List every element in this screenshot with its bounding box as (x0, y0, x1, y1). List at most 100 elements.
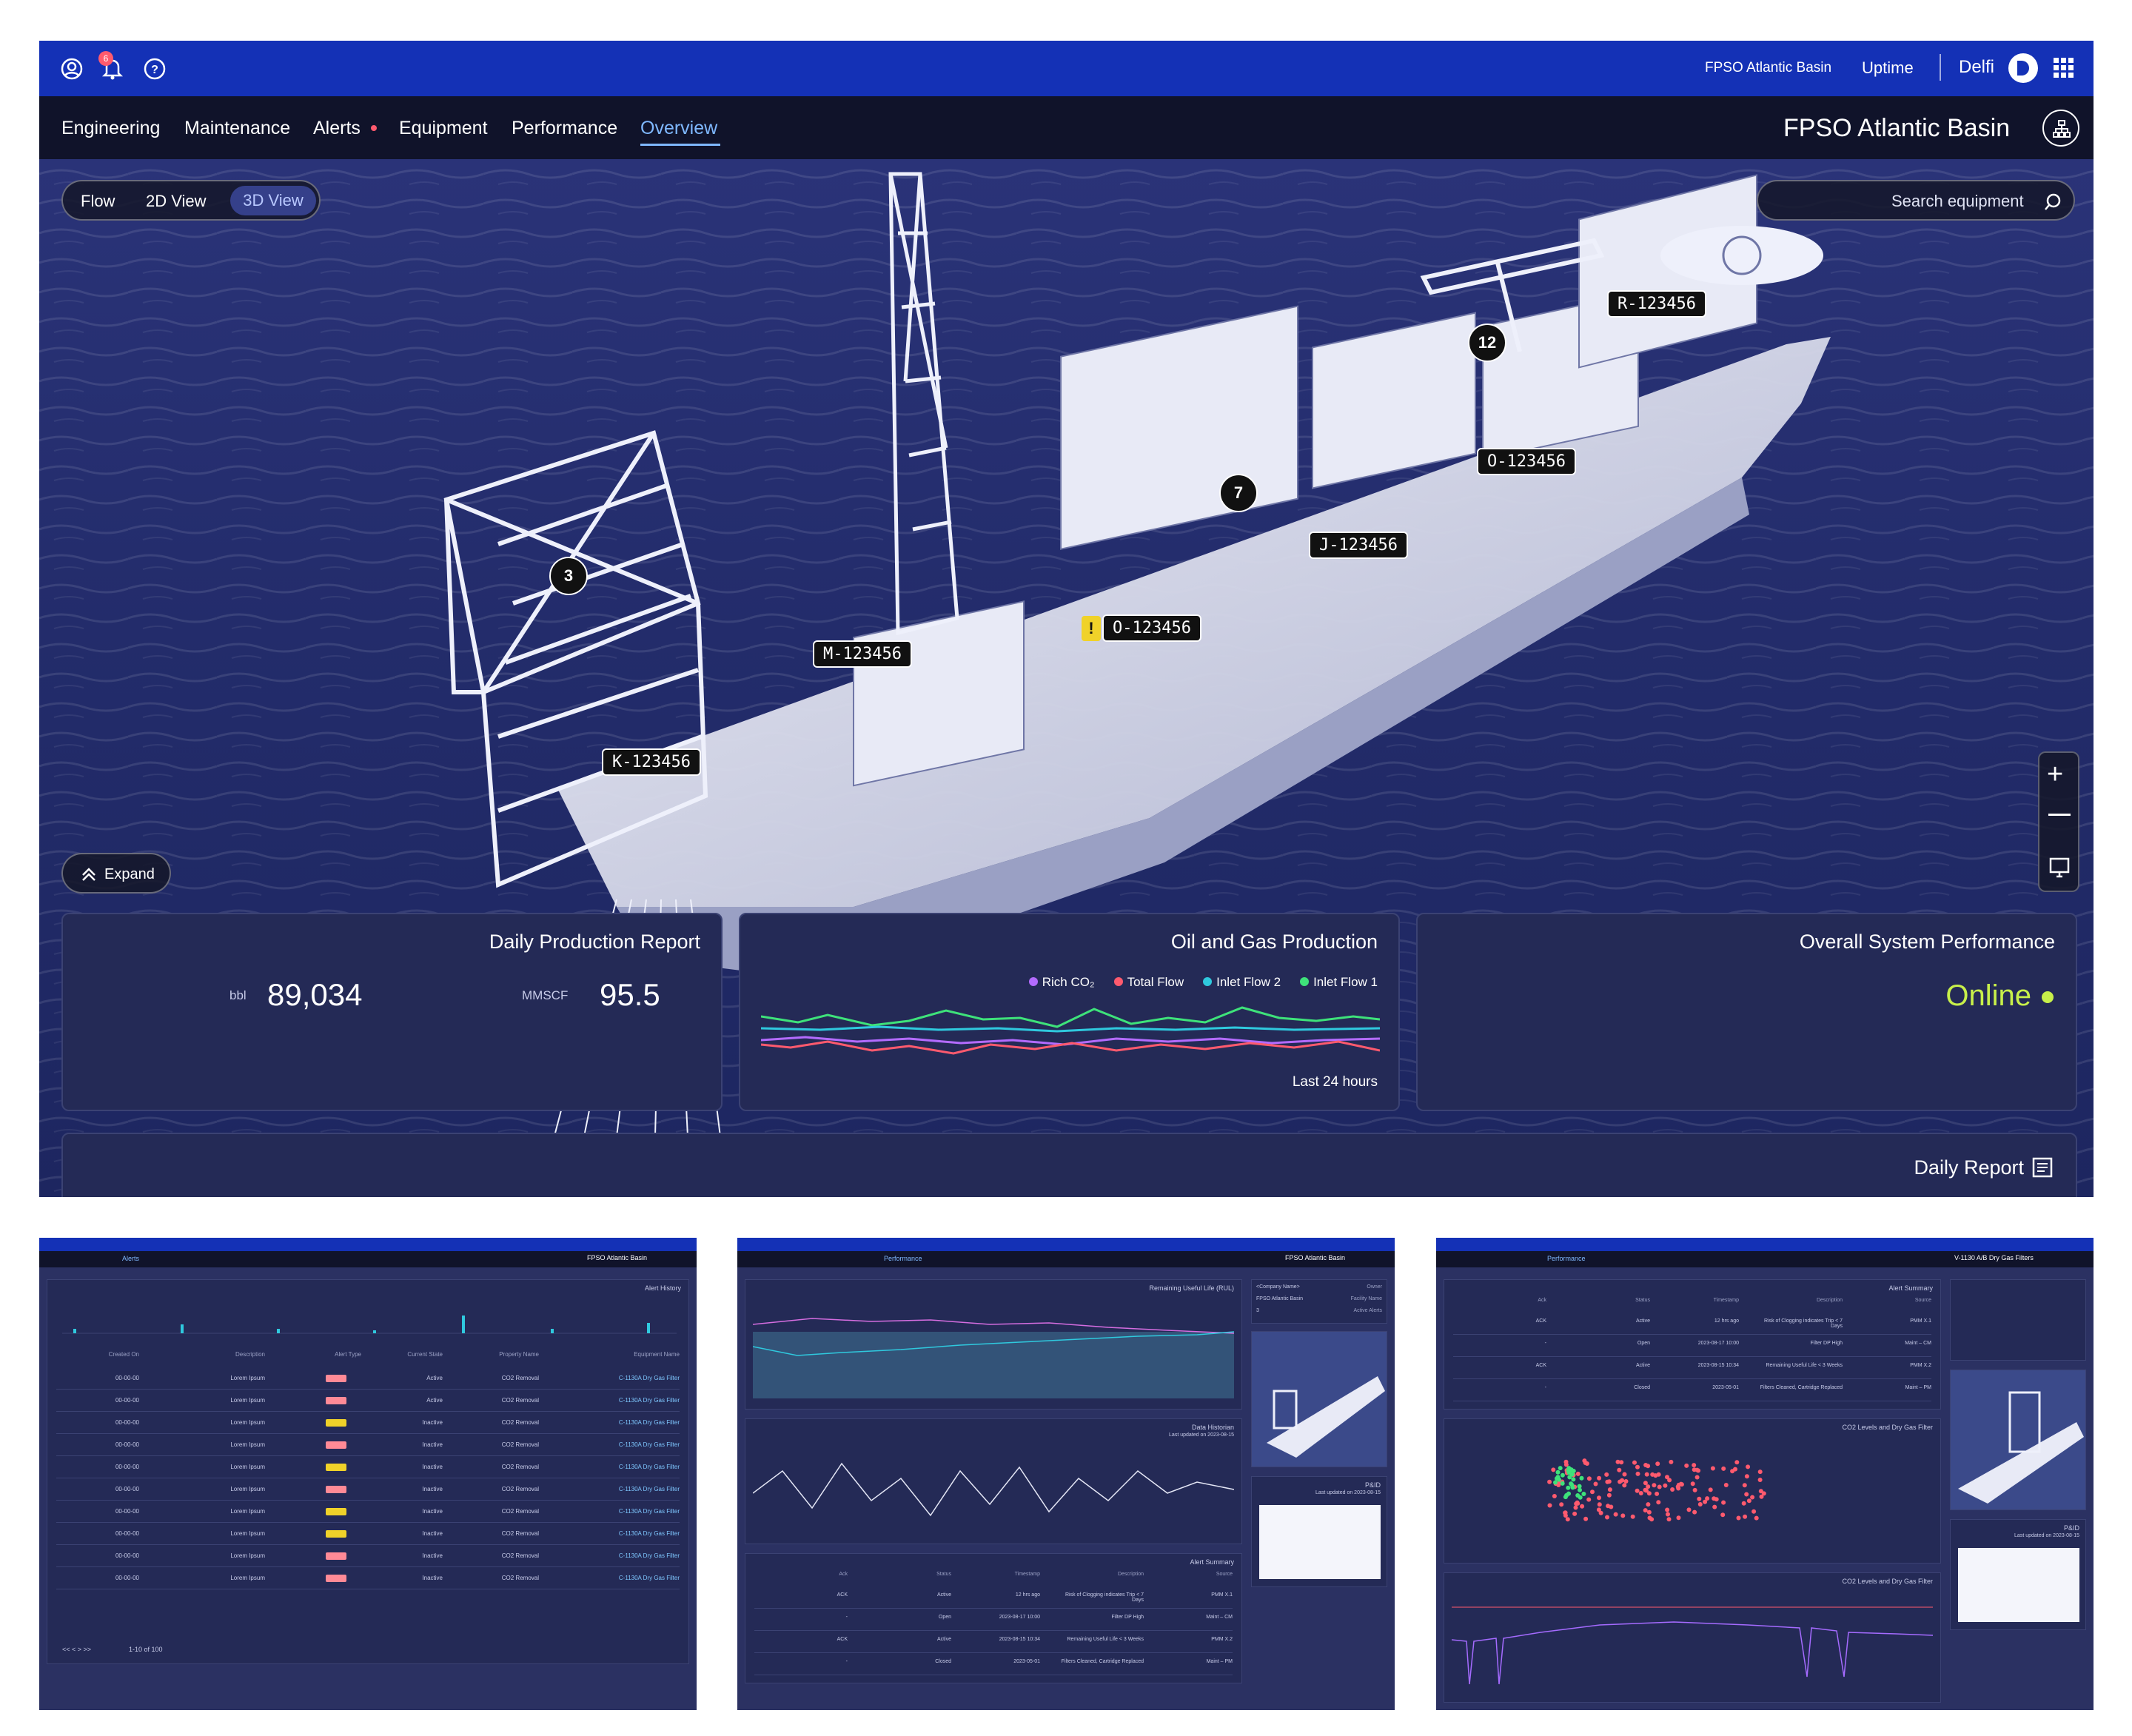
module-name[interactable]: Uptime (1862, 58, 1914, 78)
scatter-point (1708, 1487, 1713, 1492)
asset-name[interactable]: FPSO Atlantic Basin (1705, 60, 1831, 76)
pagination-controls[interactable]: << < > >> (62, 1646, 91, 1653)
table-row[interactable]: C-1130A Dry Gas Filter CO2 Removal Active L… (56, 1390, 680, 1412)
expand-button[interactable]: Expand (61, 853, 171, 894)
overall-performance-card[interactable]: Overall System Performance Online (1416, 913, 2077, 1111)
scatter-point (1596, 1507, 1601, 1512)
daily-production-card[interactable]: Daily Production Report 89,034 bbl 95.5 … (61, 913, 723, 1111)
pid-diagram-image[interactable] (1958, 1548, 2079, 1622)
scatter-point (1635, 1471, 1640, 1476)
scatter-point (1694, 1475, 1700, 1480)
alert-type-badge (326, 1530, 346, 1538)
equipment-tag[interactable]: J-123456 (1309, 532, 1408, 559)
zoom-out-icon[interactable] (2048, 814, 2071, 816)
panel-title: CO2 Levels and Dry Gas Filter (1842, 1424, 1933, 1431)
pagination-label: 1-10 of 100 (129, 1646, 163, 1653)
table-row[interactable]: PMM X.2 Remaining Useful Life < 3 Weeks 20… (1453, 1357, 1931, 1379)
scatter-point (1597, 1502, 1602, 1507)
table-cell: Open (1637, 1341, 1650, 1346)
cluster-count-marker[interactable]: 12 (1468, 324, 1506, 362)
table-row[interactable]: C-1130A Dry Gas Filter CO2 Removal Inactiv… (56, 1478, 680, 1501)
performance-screenshot-thumbnail[interactable]: Performance FPSO Atlantic Basin Remainin… (737, 1238, 1395, 1710)
scatter-point (1736, 1515, 1741, 1521)
table-row[interactable]: Maint – PM Filters Cleaned, Cartridge Rep… (754, 1653, 1233, 1675)
svg-text:?: ? (151, 64, 158, 76)
table-row[interactable]: PMM X.2 Remaining Useful Life < 3 Weeks 20… (754, 1631, 1233, 1653)
table-cell: C-1130A Dry Gas Filter (618, 1419, 680, 1426)
table-row[interactable]: Maint – CM Filter DP High 2023-08-17 10:00… (754, 1609, 1233, 1631)
daily-report-title: Daily Report (1914, 1156, 2024, 1179)
tab-overview[interactable]: Overview (640, 118, 717, 139)
table-row[interactable]: C-1130A Dry Gas Filter CO2 Removal Inactiv… (56, 1545, 680, 1567)
oil-gas-production-card[interactable]: Oil and Gas Production Rich CO₂ Total Fl… (739, 913, 1400, 1111)
table-header: Source Description Timestamp Status Ack (1453, 1298, 1931, 1310)
alerts-screenshot-thumbnail[interactable]: Alerts FPSO Atlantic Basin Alert History… (39, 1238, 697, 1710)
table-cell: C-1130A Dry Gas Filter (618, 1464, 680, 1470)
tab-equipment[interactable]: Equipment (399, 118, 488, 139)
equipment-tag[interactable]: O-123456 (1477, 448, 1576, 475)
table-cell: Lorem Ipsum (230, 1397, 265, 1404)
fit-screen-icon[interactable] (2048, 857, 2071, 879)
table-row[interactable]: C-1130A Dry Gas Filter CO2 Removal Inactiv… (56, 1412, 680, 1434)
cluster-count-marker[interactable]: 7 (1219, 474, 1258, 512)
user-icon[interactable] (60, 57, 84, 85)
alert-history-chart (62, 1316, 677, 1334)
scatter-point (1607, 1487, 1612, 1492)
table-row[interactable]: C-1130A Dry Gas Filter CO2 Removal Inactiv… (56, 1456, 680, 1478)
chart-footer: Last 24 hours (1292, 1074, 1378, 1090)
table-row[interactable]: Maint – PM Filters Cleaned, Cartridge Rep… (1453, 1379, 1931, 1401)
table-cell: Inactive (422, 1419, 443, 1426)
2d-view-option[interactable]: 2D View (146, 192, 207, 211)
table-cell: Active (936, 1592, 951, 1598)
tab-alerts[interactable]: Alerts (313, 118, 361, 139)
zoom-in-icon[interactable]: + (2047, 760, 2063, 788)
table-cell: Closed (935, 1659, 951, 1664)
app-grid-icon[interactable] (2053, 57, 2075, 84)
mini-3d-view[interactable] (1251, 1331, 1387, 1467)
tab-engineering[interactable]: Engineering (61, 118, 160, 139)
warning-icon[interactable]: ! (1082, 616, 1101, 641)
table-row[interactable]: C-1130A Dry Gas Filter CO2 Removal Inactiv… (56, 1567, 680, 1589)
equipment-tag[interactable]: O-123456 (1102, 614, 1201, 642)
daily-report-panel[interactable]: Daily Report (61, 1133, 2077, 1197)
table-cell: ACK (837, 1637, 848, 1642)
scatter-point (1620, 1513, 1626, 1518)
table-row[interactable]: PMM X.1 Risk of Clogging indicates Trip <… (754, 1586, 1233, 1609)
scatter-point (1646, 1509, 1652, 1515)
help-icon[interactable]: ? (143, 57, 167, 85)
scatter-point (1579, 1475, 1584, 1481)
table-row[interactable]: C-1130A Dry Gas Filter CO2 Removal Inactiv… (56, 1523, 680, 1545)
table-cell: Inactive (422, 1464, 443, 1470)
table-cell: CO2 Removal (501, 1464, 539, 1470)
scatter-point (1638, 1491, 1643, 1495)
equipment-tag[interactable]: K-123456 (602, 748, 701, 776)
search-input[interactable]: Search equipment (1757, 180, 2075, 221)
tab-performance[interactable]: Performance (512, 118, 617, 139)
thumb-active-tab[interactable]: Alerts (122, 1255, 139, 1262)
table-cell: 00-00-00 (115, 1552, 139, 1559)
thumb-active-tab[interactable]: Performance (884, 1255, 922, 1262)
table-cell: - (845, 1615, 848, 1620)
thumb-top-bar (1436, 1238, 2094, 1251)
alert-type-badge (326, 1464, 346, 1471)
equipment-tag[interactable]: M-123456 (813, 640, 912, 668)
bell-icon[interactable]: 6 (98, 51, 125, 85)
pid-diagram-image[interactable] (1259, 1505, 1381, 1579)
equipment-screenshot-thumbnail[interactable]: Performance V-1130 A/B Dry Gas Filters A… (1436, 1238, 2094, 1710)
table-row[interactable]: C-1130A Dry Gas Filter CO2 Removal Inactiv… (56, 1434, 680, 1456)
cluster-count-marker[interactable]: 3 (549, 557, 588, 595)
panel-title: Alert History (644, 1284, 681, 1292)
scatter-point (1692, 1509, 1697, 1515)
hierarchy-icon[interactable] (2042, 110, 2079, 147)
table-row[interactable]: C-1130A Dry Gas Filter CO2 Removal Inactiv… (56, 1501, 680, 1523)
table-row[interactable]: C-1130A Dry Gas Filter CO2 Removal Active L… (56, 1367, 680, 1390)
flow-view-option[interactable]: Flow (81, 192, 115, 211)
table-row[interactable]: Maint – CM Filter DP High 2023-08-17 10:00… (1453, 1335, 1931, 1357)
thumb-active-tab[interactable]: Performance (1547, 1255, 1586, 1262)
alert-type-badge (326, 1575, 346, 1582)
3d-view-option[interactable]: 3D View (230, 186, 316, 215)
table-row[interactable]: PMM X.1 Risk of Clogging indicates Trip <… (1453, 1313, 1931, 1335)
tab-maintenance[interactable]: Maintenance (184, 118, 290, 139)
equipment-tag[interactable]: R-123456 (1607, 290, 1706, 318)
mini-3d-view[interactable] (1950, 1370, 2086, 1510)
